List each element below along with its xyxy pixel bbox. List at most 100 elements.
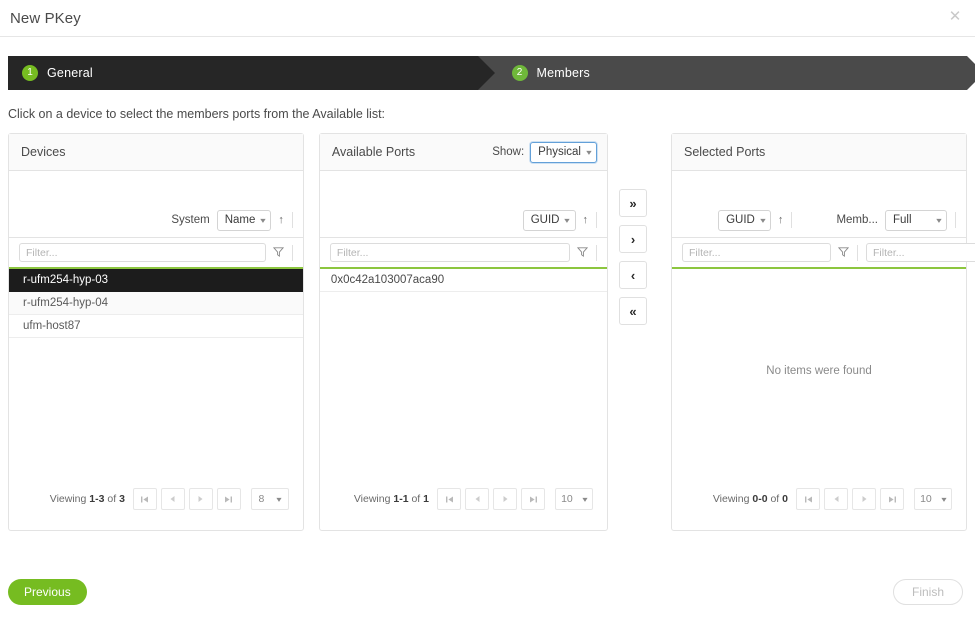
next-page-button[interactable] (493, 488, 517, 510)
devices-grid-header: System Name ▾ ↑ (9, 171, 303, 269)
previous-button[interactable]: Previous (8, 579, 87, 605)
show-label: Show: (492, 146, 524, 158)
last-page-button[interactable] (880, 488, 904, 510)
selected-membership-filter-input[interactable] (866, 243, 975, 262)
available-pagination: Viewing 1-1 of 1 10 (320, 484, 607, 530)
chevron-down-icon: ▾ (565, 216, 570, 225)
available-ports-grid-header: GUID ▾ ↑ (320, 171, 607, 269)
table-row[interactable]: 0x0c42a103007aca90 (320, 269, 607, 292)
selected-guid-filter-input[interactable] (682, 243, 831, 262)
selected-pagination: Viewing 0-0 of 0 10 (672, 484, 966, 530)
devices-pagination: Viewing 1-3 of 3 8 (9, 484, 303, 530)
selected-page-size-value: 10 (920, 493, 932, 505)
selected-ports-title: Selected Ports (684, 145, 765, 159)
move-all-right-button[interactable]: » (619, 189, 647, 217)
membership-select[interactable]: Full ▾ (885, 210, 947, 231)
available-column-select-value: GUID (531, 214, 560, 226)
device-name: ufm-host87 (23, 320, 81, 332)
selected-membership-column-header: Memb... Full ▾ (796, 210, 951, 231)
available-ports-header-controls: Show: Physical ▾ (492, 142, 597, 163)
table-row[interactable]: r-ufm254-hyp-03 (9, 269, 303, 292)
sort-ascending-icon[interactable]: ↑ (583, 214, 589, 226)
viewing-of: of (770, 493, 779, 505)
selected-ports-panel: Selected Ports GUID ▾ ↑ Memb... (671, 133, 967, 531)
next-page-button[interactable] (852, 488, 876, 510)
close-icon[interactable]: ✕ (945, 7, 965, 27)
selected-page-size-select[interactable]: 10 ▾ (914, 488, 952, 510)
step-label: Members (537, 66, 591, 80)
chevron-down-icon: ▾ (582, 495, 587, 504)
devices-panel-header: Devices (9, 134, 303, 171)
empty-state-message: No items were found (672, 269, 966, 377)
move-left-button[interactable]: ‹ (619, 261, 647, 289)
devices-filter-input[interactable] (19, 243, 266, 262)
last-page-button[interactable] (217, 488, 241, 510)
viewing-total: 3 (119, 493, 125, 505)
step-label: General (47, 66, 93, 80)
chevron-down-icon: ▾ (760, 216, 765, 225)
devices-column-select[interactable]: Name ▾ (217, 210, 272, 231)
move-all-left-button[interactable]: « (619, 297, 647, 325)
sort-ascending-icon[interactable]: ↑ (278, 214, 284, 226)
finish-button[interactable]: Finish (893, 579, 963, 605)
available-page-size-select[interactable]: 10 ▾ (555, 488, 593, 510)
first-page-button[interactable] (796, 488, 820, 510)
chevron-down-icon: ▾ (261, 216, 266, 225)
device-name: r-ufm254-hyp-04 (23, 297, 108, 309)
funnel-icon[interactable] (577, 244, 588, 262)
viewing-total: 1 (423, 493, 429, 505)
wizard-step-members[interactable]: 2 Members (478, 56, 968, 90)
devices-page-size-select[interactable]: 8 ▾ (251, 488, 289, 510)
show-type-select[interactable]: Physical ▾ (530, 142, 597, 163)
next-page-button[interactable] (189, 488, 213, 510)
column-divider (596, 245, 597, 261)
viewing-prefix: Viewing (713, 493, 750, 505)
column-divider (791, 212, 792, 228)
wizard-step-general[interactable]: 1 General (8, 56, 478, 90)
viewing-prefix: Viewing (50, 493, 87, 505)
step-number-badge: 2 (512, 65, 528, 81)
available-ports-header: Available Ports Show: Physical ▾ (320, 134, 607, 171)
table-row[interactable]: ufm-host87 (9, 315, 303, 338)
devices-panel: Devices System Name ▾ ↑ (8, 133, 304, 531)
sort-ascending-icon[interactable]: ↑ (778, 214, 784, 226)
selected-guid-filter-cell (678, 243, 853, 262)
viewing-range: 0-0 (752, 493, 767, 505)
table-row[interactable]: r-ufm254-hyp-04 (9, 292, 303, 315)
first-page-button[interactable] (133, 488, 157, 510)
chevron-down-icon: ▾ (936, 216, 941, 225)
selected-membership-filter-cell (862, 243, 975, 262)
funnel-icon[interactable] (838, 244, 849, 262)
available-filter-input[interactable] (330, 243, 570, 262)
selected-guid-column-header: GUID ▾ ↑ (678, 210, 787, 231)
viewing-range: 1-3 (89, 493, 104, 505)
selected-ports-header: Selected Ports (672, 134, 966, 171)
funnel-icon[interactable] (273, 244, 284, 262)
column-divider (292, 245, 293, 261)
available-column-select[interactable]: GUID ▾ (523, 210, 576, 231)
instruction-text: Click on a device to select the members … (8, 107, 975, 121)
available-filter-row (320, 237, 607, 267)
dialog-footer: Previous Finish (0, 579, 975, 605)
chevron-down-icon: ▾ (941, 495, 946, 504)
first-page-button[interactable] (437, 488, 461, 510)
viewing-prefix: Viewing (354, 493, 391, 505)
chevron-down-icon: ▾ (277, 495, 282, 504)
viewing-of: of (107, 493, 116, 505)
last-page-button[interactable] (521, 488, 545, 510)
previous-page-button[interactable] (161, 488, 185, 510)
available-header-row: GUID ▾ ↑ (320, 209, 607, 237)
previous-page-button[interactable] (824, 488, 848, 510)
devices-system-label: System (171, 214, 209, 226)
move-right-button[interactable]: › (619, 225, 647, 253)
selected-guid-column-select[interactable]: GUID ▾ (718, 210, 771, 231)
devices-filter-row (9, 237, 303, 267)
available-guid-column-header: GUID ▾ ↑ (326, 210, 592, 231)
devices-viewing-text: Viewing 1-3 of 3 (50, 493, 125, 505)
selected-ports-grid-header: GUID ▾ ↑ Memb... Full ▾ (672, 171, 966, 269)
selected-viewing-text: Viewing 0-0 of 0 (713, 493, 788, 505)
membership-value: Full (893, 214, 912, 226)
wizard-steps: 1 General 2 Members (8, 56, 967, 90)
previous-page-button[interactable] (465, 488, 489, 510)
devices-system-column-header: System Name ▾ ↑ (15, 210, 288, 231)
